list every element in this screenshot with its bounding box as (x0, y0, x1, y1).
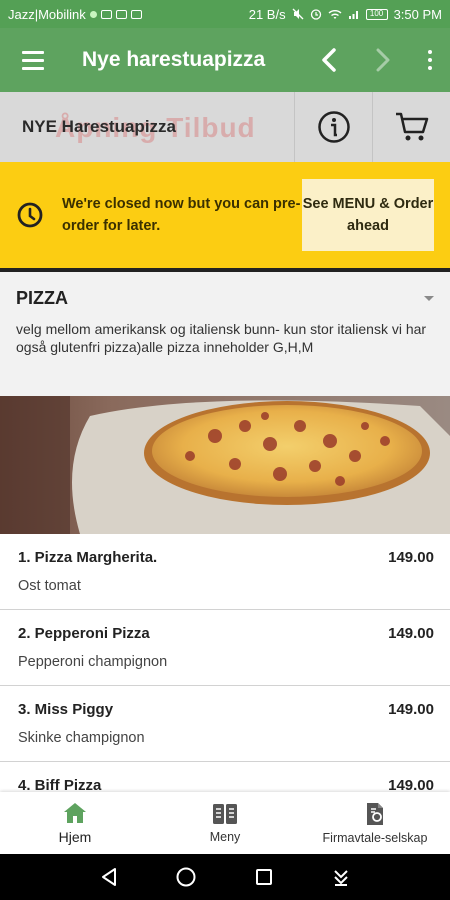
info-icon (317, 111, 350, 143)
item-price: 149.00 (388, 701, 434, 718)
menu-book-icon (213, 804, 237, 824)
app-title: Nye harestuapizza (82, 48, 266, 71)
whatsapp-icon (89, 10, 97, 18)
home-circle-icon[interactable] (175, 866, 197, 888)
system-navigation-bar (0, 854, 450, 900)
item-price: 149.00 (388, 625, 434, 642)
recents-icon[interactable] (253, 866, 275, 888)
menu-item[interactable]: 3. Miss Piggy 149.00 Skinke champignon (0, 686, 450, 762)
item-price: 149.00 (388, 549, 434, 566)
alarm-icon (310, 9, 321, 20)
category-description: velg mellom amerikansk og italiensk bunn… (16, 321, 427, 355)
nav-menu-label: Meny (209, 830, 241, 844)
bottom-navigation: Hjem Meny Firmavtale-selskap (0, 792, 450, 854)
more-vert-icon[interactable] (410, 28, 450, 92)
clock-icon (17, 202, 43, 228)
store-header: Åpning Tilbud NYE Harestuapizza (0, 92, 450, 162)
item-description: Ost tomat (18, 578, 81, 594)
item-description: Pepperoni champignon (18, 654, 168, 670)
wifi-icon (328, 9, 342, 19)
signal-icon (348, 10, 358, 19)
battery-icon: 100 (365, 8, 388, 20)
item-description: Skinke champignon (18, 730, 145, 746)
item-name: 1. Pizza Margherita. (18, 549, 158, 566)
info-button[interactable] (294, 92, 372, 162)
nav-menu[interactable]: Meny (150, 792, 300, 854)
category-image (0, 396, 450, 534)
shield-icon (130, 9, 142, 19)
menu-icon[interactable] (0, 28, 66, 92)
see-menu-order-ahead-button[interactable]: See MENU & Order ahead (302, 179, 434, 251)
clock-label: 3:50 PM (393, 6, 442, 22)
chevron-left-icon[interactable] (302, 28, 356, 92)
closed-notice-banner: We're closed now but you can pre-order f… (0, 162, 450, 268)
menu-item[interactable]: 1. Pizza Margherita. 149.00 Ost tomat (0, 534, 450, 610)
home-icon (64, 803, 86, 823)
store-name: NYE Harestuapizza (22, 117, 176, 136)
usb-icon (115, 9, 127, 19)
nav-home[interactable]: Hjem (0, 792, 150, 854)
nav-company-agreement[interactable]: Firmavtale-selskap (300, 792, 450, 854)
app-bar: Nye harestuapizza (0, 28, 450, 92)
cart-button[interactable] (372, 92, 450, 162)
back-icon[interactable] (98, 866, 120, 888)
notification-pull-icon[interactable] (330, 866, 352, 888)
category-title: PIZZA (16, 288, 68, 308)
item-name: 2. Pepperoni Pizza (18, 625, 150, 642)
closed-notice-text: We're closed now but you can pre-order f… (62, 196, 301, 234)
chevron-right-icon[interactable] (356, 28, 410, 92)
nav-company-agreement-label: Firmavtale-selskap (322, 831, 428, 845)
item-name: 3. Miss Piggy (18, 701, 114, 718)
status-bar: Jazz|Mobilink 21 B/s 100 3:50 PM (0, 0, 450, 28)
nav-home-label: Hjem (58, 829, 92, 845)
cart-icon (395, 112, 428, 141)
carrier-label: Jazz|Mobilink (8, 6, 86, 22)
document-icon (367, 803, 383, 825)
image-icon (100, 9, 112, 19)
category-header[interactable]: PIZZA velg mellom amerikansk og italiens… (0, 272, 450, 396)
menu-item[interactable]: 2. Pepperoni Pizza 149.00 Pepperoni cham… (0, 610, 450, 686)
net-speed-label: 21 B/s (248, 6, 286, 22)
mute-icon (292, 8, 304, 20)
chevron-down-icon[interactable] (424, 296, 434, 301)
